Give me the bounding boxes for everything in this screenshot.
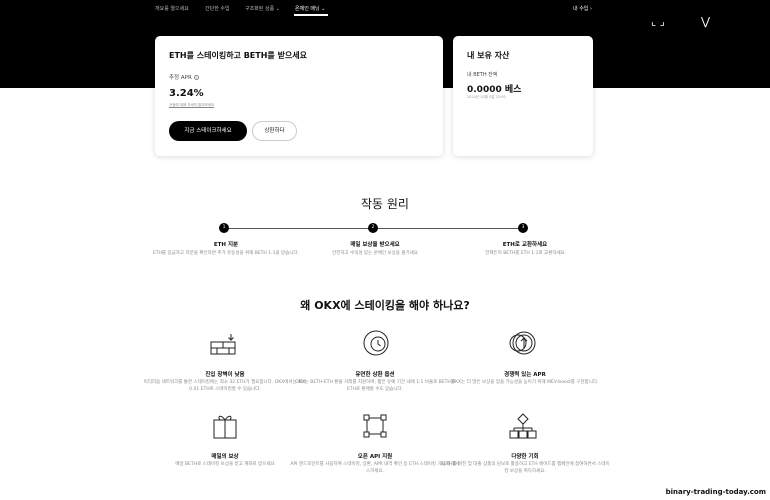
beth-balance-value: 0.0000 베스 bbox=[467, 85, 522, 95]
nav-item-structured-products[interactable]: 구조화된 상품 ⌄ bbox=[245, 5, 280, 12]
stake-now-button[interactable]: 지금 스테이크하세요 bbox=[169, 121, 247, 141]
redeem-button[interactable]: 상환하다 bbox=[252, 121, 297, 141]
balance-timestamp: 2024년 10월 4일 23:00 bbox=[467, 95, 506, 99]
step-3-dot: 3 bbox=[518, 223, 528, 233]
feature-5-title: 오픈 API 지원 bbox=[357, 454, 393, 460]
coin-clock-icon bbox=[363, 330, 389, 356]
why-okx-title: 왜 OKX에 스테이킹을 해야 하나요? bbox=[300, 299, 470, 312]
step-2-title: 매일 보상을 받으세요 bbox=[350, 242, 400, 248]
holdings-card-title: 내 보유 자산 bbox=[467, 51, 510, 60]
step-1-dot: 1 bbox=[219, 223, 229, 233]
nav-item-onchain-earn[interactable]: 온체인 매닝 ⌄ bbox=[295, 5, 325, 12]
feature-6-desc: BETH를 마진 및 대출 상품의 담보로 활용하고 ETH 에어드롭 캠페인에… bbox=[440, 462, 610, 474]
beth-balance-label: 내 BETH 잔액 bbox=[467, 72, 498, 78]
feature-1-desc: 이더리움 네트워크를 통한 스테이킹에는 최소 32 ETH가 필요합니다. O… bbox=[143, 380, 307, 392]
feature-5-desc: API 엔드포인트를 사용하여 스테이킹, 상환, APR 내역 확인 등 ET… bbox=[290, 462, 460, 474]
watermark: binary-trading-today.com bbox=[665, 488, 766, 496]
nav-item-onchain-earn-label: 온체인 매닝 bbox=[295, 6, 320, 12]
info-icon[interactable]: i bbox=[193, 75, 199, 80]
hero-decoration-v: ⋁ bbox=[701, 15, 711, 28]
holdings-card: 내 보유 자산 내 BETH 잔액 0.0000 베스 2024년 10월 4일… bbox=[453, 36, 593, 156]
stake-card-title: ETH를 스테이킹하고 BETH를 받으세요 bbox=[169, 51, 308, 60]
feature-2-title: 유연한 상환 옵션 bbox=[355, 372, 395, 378]
feature-1-title: 진입 장벽이 낮음 bbox=[205, 372, 245, 378]
apr-value: 3.24% bbox=[169, 88, 204, 99]
step-3-title: ETH로 교환하세요 bbox=[502, 242, 548, 248]
feature-2-desc: OKX는 BETH-ETH 환율 거래를 지원하며, 짧은 유예 기간 내에 1… bbox=[295, 380, 455, 392]
hero-decoration-brackets: ⌞ ⌟ bbox=[651, 15, 665, 28]
step-2-dot: 2 bbox=[368, 223, 378, 233]
api-nodes-icon bbox=[363, 414, 387, 438]
stake-card: ETH를 스테이킹하고 BETH를 받으세요 추정 APR i 3.24% 규정에… bbox=[155, 36, 443, 156]
feature-4-desc: 매일 BETH로 스테이킹 보상을 받고 계좌로 받으세요 bbox=[175, 462, 275, 467]
feature-3-desc: OKX는 더 많은 보상을 얻을 가능성을 높이기 위해 MEV-boost를 … bbox=[451, 380, 599, 385]
bricks-icon bbox=[210, 334, 236, 355]
step-1-title: ETH 지분 bbox=[213, 242, 239, 248]
apr-terms-link[interactable]: 규정에 대해 자세히 알아보세요 bbox=[169, 103, 214, 108]
how-it-works-title: 작동 원리 bbox=[361, 197, 409, 211]
active-tab-indicator bbox=[294, 14, 328, 16]
apr-label-text: 추정 APR bbox=[169, 75, 192, 81]
flow-chart-icon bbox=[509, 413, 537, 439]
chevron-down-icon: ⌄ bbox=[275, 6, 280, 12]
step-1-desc: ETH를 입금하고 지분을 확인하면 추가 유동성을 위해 BETH 1:1을 … bbox=[152, 251, 300, 256]
gift-icon bbox=[213, 415, 237, 439]
nav-item-simple-earn[interactable]: 간단한 수입 bbox=[205, 5, 230, 12]
my-earnings-link[interactable]: 내 수입 › bbox=[573, 5, 592, 12]
step-2-desc: 안전하고 수익성 있는 온체인 보상을 즐기세요 bbox=[332, 251, 418, 256]
feature-3-title: 경쟁력 있는 APR bbox=[504, 372, 546, 378]
step-3-desc: 언제든지 BETH를 ETH 1:1로 교환하세요 bbox=[485, 251, 565, 256]
nav-item-structured-products-label: 구조화된 상품 bbox=[245, 6, 275, 12]
coins-up-icon bbox=[509, 331, 536, 355]
feature-4-title: 매일의 보상 bbox=[211, 454, 239, 460]
chevron-down-icon: ⌄ bbox=[321, 6, 326, 12]
feature-6-title: 다양한 기회 bbox=[511, 454, 539, 460]
apr-label: 추정 APR i bbox=[169, 73, 199, 81]
nav-item-overview[interactable]: 개요를 열으세요 bbox=[155, 5, 189, 12]
